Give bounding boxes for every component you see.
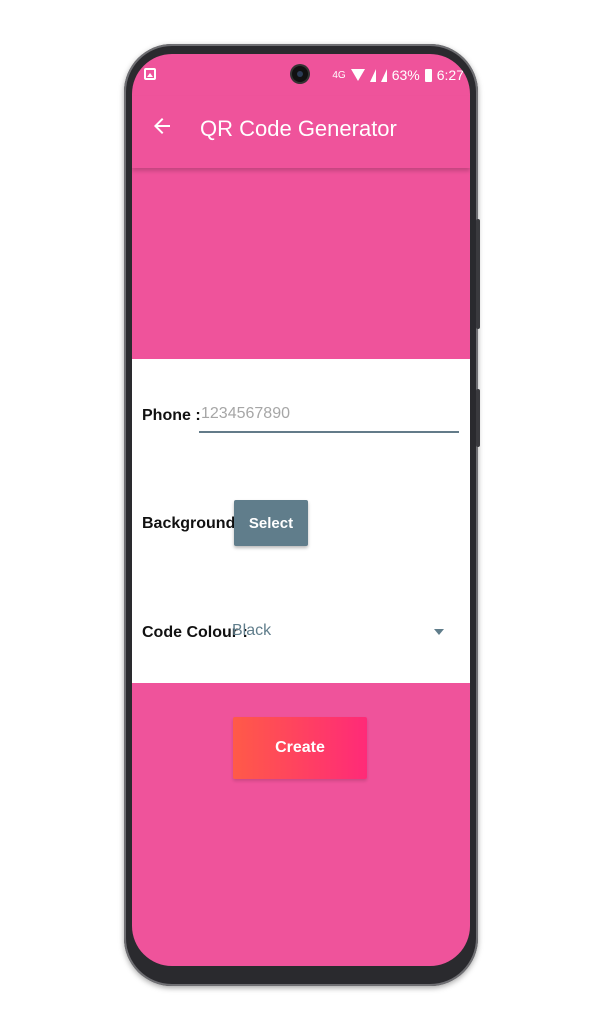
signal-icon-2	[380, 68, 387, 82]
form-card: Phone : Background : Select Code Colour …	[132, 359, 470, 683]
status-bar: 4G 63% 6:27	[132, 54, 470, 96]
front-camera	[292, 66, 308, 82]
battery-percent: 63%	[391, 67, 420, 83]
phone-input[interactable]	[199, 397, 459, 433]
dropdown-caret-icon	[434, 629, 444, 635]
select-background-button[interactable]: Select	[234, 500, 308, 546]
create-button[interactable]: Create	[233, 717, 367, 779]
power-button	[476, 219, 480, 329]
background-label: Background :	[142, 515, 246, 532]
network-type: 4G	[332, 69, 346, 81]
screen: 4G 63% 6:27 QR Code Generator Phone : Ba…	[132, 54, 470, 966]
volume-button	[476, 389, 480, 447]
back-arrow-icon[interactable]	[150, 114, 174, 138]
status-left	[144, 68, 156, 80]
wifi-icon	[350, 69, 365, 81]
phone-frame: 4G 63% 6:27 QR Code Generator Phone : Ba…	[124, 44, 480, 986]
code-colour-dropdown[interactable]: Black	[232, 617, 450, 647]
battery-icon	[424, 68, 432, 82]
phone-label: Phone :	[142, 407, 201, 424]
gallery-icon	[144, 68, 156, 80]
signal-icon	[369, 68, 376, 82]
page-title: QR Code Generator	[200, 116, 397, 141]
code-colour-value: Black	[232, 622, 272, 639]
status-right: 4G 63% 6:27	[322, 67, 464, 83]
app-bar: QR Code Generator	[132, 96, 470, 168]
clock: 6:27	[436, 67, 464, 83]
